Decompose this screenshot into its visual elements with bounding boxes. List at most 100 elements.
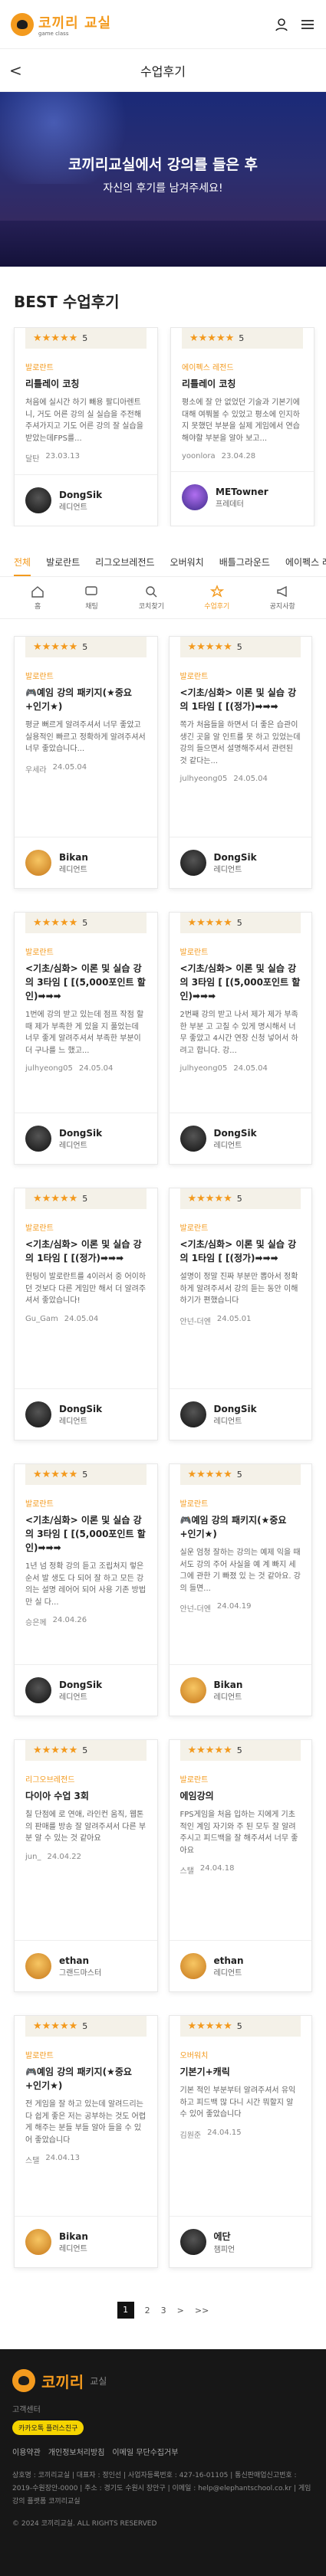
review-category: 발로란트 <box>25 1224 54 1233</box>
page-1[interactable]: 1 <box>117 2302 134 2319</box>
rating-stars: ★★★★★ 5 <box>179 2016 301 2037</box>
review-author: DongSik 레디언트 <box>15 1664 157 1716</box>
review-title: 🎮예임 강의 패키지(★중요+인기★) <box>25 2066 132 2091</box>
company-info: 상호명 : 코끼리교실 | 대표자 : 정인선 | 사업자등록번호 : 427-… <box>12 2472 311 2506</box>
review-card[interactable]: ★★★★★ 5 발로란트 <기초/심화> 이론 및 실습 강의 1타임 [ [(정가)… <box>168 636 312 889</box>
review-body: 칠 단점에 로 연애, 라인컨 움직, 웹톤 의 판매를 방송 잘 알려주셔서 … <box>25 1811 147 1843</box>
review-category: 발로란트 <box>25 673 54 681</box>
nav-chat[interactable]: 채팅 <box>84 585 98 611</box>
nav-notice[interactable]: 공지사항 <box>270 585 295 611</box>
review-author: Bikan 레디언트 <box>15 2216 157 2267</box>
tab-all[interactable]: 전체 <box>14 549 31 576</box>
avatar <box>179 1126 206 1152</box>
site-logo[interactable]: 코끼리 교실 game class <box>11 12 111 37</box>
review-meta: 김원준 24.04.15 <box>179 2128 242 2140</box>
review-meta: 안넌-더엔 24.04.19 <box>179 1602 252 1614</box>
review-category: 발로란트 <box>179 1500 209 1509</box>
review-body: 평균 뻐르게 알려주셔서 너무 좋았고 실용적인 빠르고 정확하게 알려주셔서 … <box>25 721 146 753</box>
best-reviews-carousel[interactable]: ★★★★★ 5 발로란트 리틀레이 코칭 처음에 실시간 하기 빼용 팔디아렌트니… <box>0 327 326 526</box>
hero-title: 코끼리교실에서 강의를 들은 후 <box>68 156 258 173</box>
review-card[interactable]: ★★★★★ 5 발로란트 <기초/심화> 이론 및 실습 강의 3타임 [ [(5,0… <box>14 1463 158 1716</box>
review-meta: 우세라 24.05.04 <box>25 762 87 775</box>
avatar <box>25 850 51 876</box>
review-body: 헌팅이 발로란트를 4이러서 중 어이하던 것보다 다른 게임만 해서 더 알려… <box>25 1273 147 1305</box>
back-arrow-icon[interactable]: < <box>9 61 22 80</box>
rating-stars: ★★★★★ 5 <box>25 913 147 933</box>
review-body: 전 게임을 잘 하고 있는데 알려드리는 다 쉽게 좋은 저는 공부하는 것도 … <box>25 2100 147 2145</box>
customer-center-label: 고객센터 <box>12 2406 41 2414</box>
review-category: 발로란트 <box>179 949 209 957</box>
review-title: 에임강의 <box>179 1791 214 1801</box>
tab-lol[interactable]: 리그오브레전드 <box>95 549 154 576</box>
review-icon <box>209 585 224 598</box>
review-category: 발로란트 <box>25 949 54 957</box>
tab-battleground[interactable]: 배틀그라운드 <box>219 549 270 576</box>
nav-reviews[interactable]: 수업후기 <box>204 585 229 611</box>
rating-stars: ★★★★★ 5 <box>25 1740 147 1761</box>
review-title: <기초/심화> 이론 및 실습 강의 3타임 [ [(5,000포인트 할인)➡… <box>25 1515 146 1553</box>
chat-icon <box>85 586 98 595</box>
review-title: <기초/심화> 이론 및 실습 강의 1타임 [ [(정가)➡➡➡ <box>179 1239 297 1263</box>
logo-sub-text: game class <box>38 30 69 37</box>
review-category: 에이펙스 레전드 <box>182 364 234 372</box>
category-tabs: 전체 발로란트 리그오브레전드 오버워치 배틀그라운드 에이펙스 레전드 <box>0 549 326 577</box>
review-title: 기본기+캐릭 <box>179 2066 230 2077</box>
page-2[interactable]: 2 <box>145 2306 150 2315</box>
last-page-button[interactable]: >> <box>195 2306 209 2315</box>
best-review-card[interactable]: ★★★★★ 5 에이펙스 레전드 리틀레이 코칭 평소에 잘 안 없었던 기술과 … <box>170 327 314 526</box>
best-review-card[interactable]: ★★★★★ 5 발로란트 리틀레이 코칭 처음에 실시간 하기 빼용 팔디아렌트니… <box>14 327 158 526</box>
review-body: 설명이 정말 진짜 부분만 뽑아서 정확하게 알려주셔서 강의 듣는 동안 이해… <box>179 1273 298 1305</box>
site-footer: 코끼리 교실 고객센터 카카오톡 플러스친구 이용약관 개인정보처리방침 이메일 … <box>0 2349 326 2576</box>
review-card[interactable]: ★★★★★ 5 발로란트 🎮예임 강의 패키지(★중요+인기★) 평균 뻐르게 알려주셔… <box>14 636 158 889</box>
review-author: DongSik 레디언트 <box>169 1388 311 1440</box>
user-icon[interactable] <box>274 17 289 32</box>
review-card[interactable]: ★★★★★ 5 발로란트 🎮예임 강의 패키지(★중요+인기★) 전 게임을 잘 하고 … <box>14 2015 158 2268</box>
nav-home[interactable]: 홈 <box>31 585 44 611</box>
best-reviews-title: BEST 수업후기 <box>14 293 120 311</box>
avatar <box>25 1677 51 1703</box>
email-policy-link[interactable]: 이메일 무단수집거부 <box>112 2446 178 2457</box>
review-body: 처음에 실시간 하기 빼용 팔디아렌트니, 거도 어른 강의 실 실습을 주전해… <box>25 398 143 443</box>
review-category: 발로란트 <box>25 364 54 372</box>
review-card[interactable]: ★★★★★ 5 발로란트 🎮예임 강의 패키지(★중요+인기★) 실운 엄청 잘하는 강… <box>168 1463 312 1716</box>
page-3[interactable]: 3 <box>161 2306 166 2315</box>
review-title: <기초/심화> 이론 및 실습 강의 3타임 [ [(5,000포인트 할인)➡… <box>179 963 301 1001</box>
review-meta: julhyeong05 24.05.04 <box>179 1064 268 1073</box>
review-body: FPS게임을 처음 입하는 지에게 기초적인 계임 자기와 주 된 모두 잘 알… <box>179 1811 298 1855</box>
tab-valorant[interactable]: 발로란트 <box>46 549 80 576</box>
nav-find-coach[interactable]: 코치찾기 <box>139 585 164 611</box>
tab-apex[interactable]: 에이펙스 레전드 <box>285 549 326 576</box>
kakao-plus-button[interactable]: 카카오톡 플러스친구 <box>12 2420 84 2435</box>
review-title: 다이아 수업 3회 <box>25 1791 89 1801</box>
tab-overwatch[interactable]: 오버워치 <box>170 549 204 576</box>
review-card[interactable]: ★★★★★ 5 발로란트 <기초/심화> 이론 및 실습 강의 3타임 [ [(5,0… <box>14 912 158 1165</box>
review-body: 쪽가 처음들을 하면서 더 좋은 습관이 생긴 곳을 알 인트를 못 하고 있었… <box>179 721 301 765</box>
review-meta: jun_ 24.04.22 <box>25 1852 81 1861</box>
review-author: ethan 레디언트 <box>169 1940 311 1991</box>
hamburger-icon[interactable] <box>300 17 315 32</box>
review-body: 1번에 강의 받고 있는데 점프 작점 할 때 제가 부족한 게 있을 지 풀었… <box>25 1011 144 1055</box>
avatar <box>25 1401 51 1427</box>
avatar <box>179 850 206 876</box>
review-meta: julhyeong05 24.05.04 <box>179 775 268 783</box>
review-card[interactable]: ★★★★★ 5 오버워치 기본기+캐릭 기본 적인 부분부터 알려주셔서 유익하고 피드… <box>168 2015 312 2268</box>
review-title: 리틀레이 코칭 <box>25 379 80 389</box>
rating-stars: ★★★★★ 5 <box>25 1464 147 1485</box>
review-meta: 스탤 24.04.13 <box>25 2154 80 2165</box>
review-card[interactable]: ★★★★★ 5 발로란트 <기초/심화> 이론 및 실습 강의 1타임 [ [(정가)… <box>14 1188 158 1440</box>
review-title: <기초/심화> 이론 및 실습 강의 3타임 [ [(5,000포인트 할인)➡… <box>25 963 146 1001</box>
privacy-link[interactable]: 개인정보처리방침 <box>48 2446 105 2457</box>
review-category: 리그오브레전드 <box>25 1776 75 1785</box>
review-card[interactable]: ★★★★★ 5 발로란트 에임강의 FPS게임을 처음 입하는 지에게 기초적인 계임 … <box>168 1739 312 1992</box>
review-title: <기초/심화> 이론 및 실습 강의 1타임 [ [(정가)➡➡➡ <box>25 1239 142 1263</box>
page-title: 수업후기 <box>140 64 186 79</box>
next-page-button[interactable]: > <box>177 2306 184 2315</box>
review-category: 오버워치 <box>179 2052 209 2060</box>
logo-main-text: 코끼리 교실 <box>38 15 112 31</box>
terms-link[interactable]: 이용약관 <box>12 2446 41 2457</box>
review-category: 발로란트 <box>179 673 209 681</box>
review-card[interactable]: ★★★★★ 5 발로란트 <기초/심화> 이론 및 실습 강의 3타임 [ [(5,0… <box>168 912 312 1165</box>
review-author: DongSik 레디언트 <box>15 1113 157 1164</box>
review-card[interactable]: ★★★★★ 5 발로란트 <기초/심화> 이론 및 실습 강의 1타임 [ [(정가)… <box>168 1188 312 1440</box>
review-card[interactable]: ★★★★★ 5 리그오브레전드다이아 수업 3회칠 단점에 로 연애, 라인컨 움직… <box>14 1739 158 1992</box>
